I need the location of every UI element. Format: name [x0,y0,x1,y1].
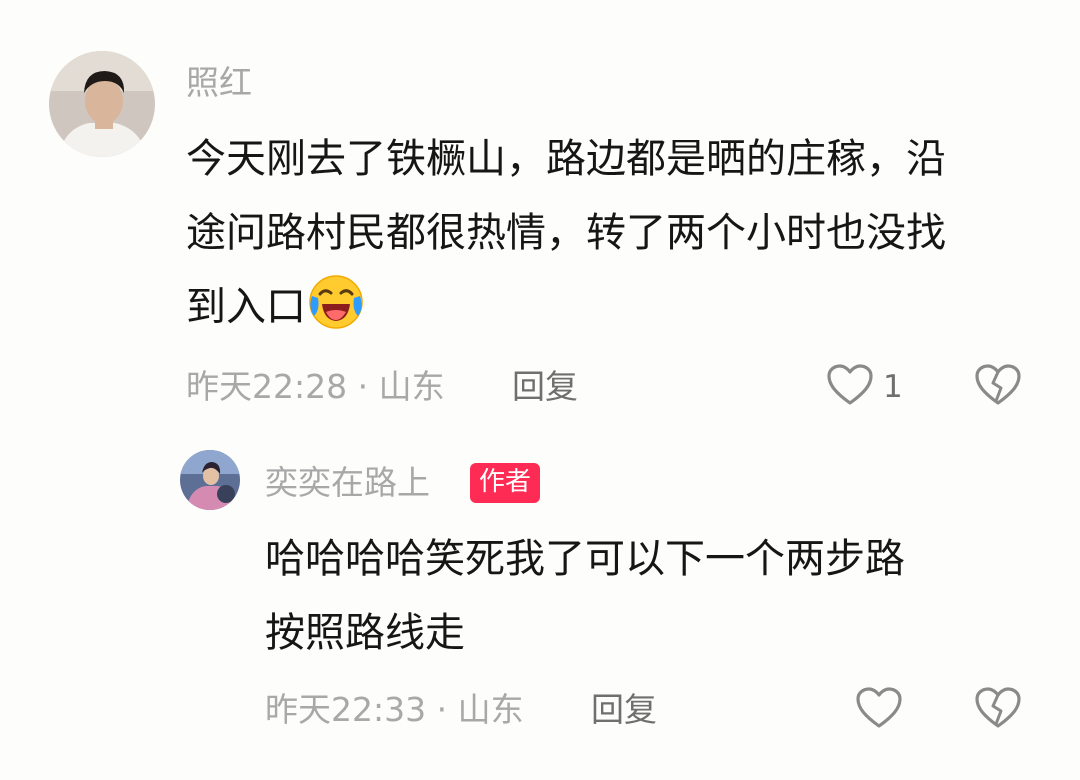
heart-outline-icon [827,364,873,405]
reply-like-button[interactable] [855,686,903,730]
comment-line-1: 今天刚去了铁橛山，路边都是晒的庄稼，沿 [186,136,946,182]
comment-dislike-button[interactable] [974,363,1022,407]
comment-thread: 照红 今天刚去了铁橛山，路边都是晒的庄稼，沿 途问路村民都很热情，转了两个小时也… [0,0,1080,780]
reply-dislike-button[interactable] [974,686,1022,730]
broken-heart-icon [975,687,1021,728]
reply-line-2: 按照路线走 [265,610,465,656]
reply-reply-button[interactable]: 回复 [591,690,657,730]
comment-like-button[interactable] [826,363,874,407]
heart-outline-icon [856,687,902,728]
comment-line-2: 途问路村民都很热情，转了两个小时也没找 [186,210,946,256]
comment-like-count: 1 [883,369,903,405]
replier-username[interactable]: 奕奕在路上 [265,463,430,503]
reply-line-1: 哈哈哈哈笑死我了可以下一个两步路 [265,536,905,582]
author-badge: 作者 [470,463,541,503]
comment-reply-button[interactable]: 回复 [512,367,578,407]
laughing-crying-emoji-icon [308,274,364,330]
comment-meta: 昨天22:28 · 山东 [186,367,445,406]
commenter-avatar[interactable] [49,51,155,157]
comment-line-3-text: 到入口 [186,284,306,330]
replier-avatar[interactable] [180,450,240,510]
comment-line-3: 到入口 [186,270,364,344]
broken-heart-icon [975,364,1021,405]
commenter-username[interactable]: 照红 [186,63,252,103]
reply-meta: 昨天22:33 · 山东 [265,690,524,729]
